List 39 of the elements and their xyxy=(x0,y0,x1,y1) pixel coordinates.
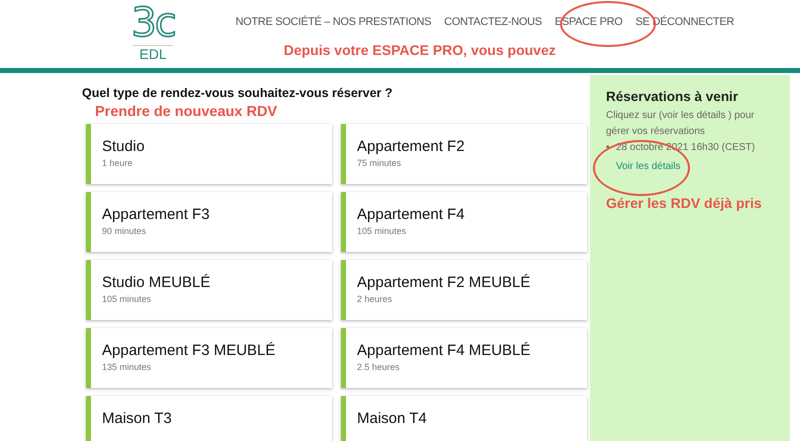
service-name: Maison T3 xyxy=(102,410,173,428)
service-card[interactable]: Maison T3 xyxy=(86,396,332,441)
service-name: Appartement F4 MEUBLÉ xyxy=(357,342,532,360)
question-heading: Quel type de rendez-vous souhaitez-vous réserver ? xyxy=(82,86,394,100)
service-duration: 105 minutes xyxy=(357,226,408,236)
bullet-mark: • xyxy=(606,141,611,155)
service-name: Appartement F4 xyxy=(357,206,466,224)
service-name: Appartement F3 MEUBLÉ xyxy=(102,342,276,360)
service-card[interactable]: Appartement F3 MEUBLÉ 135 minutes xyxy=(86,328,332,388)
service-duration: 2.5 heures xyxy=(357,362,401,372)
nav-link[interactable]: NOTRE SOCIÉTÉ – NOS PRESTATIONS xyxy=(235,16,432,28)
annotation-text: Depuis votre ESPACE PRO, vous pouvez xyxy=(284,42,556,58)
service-duration: 105 minutes xyxy=(102,294,152,304)
service-card[interactable]: Appartement F3 90 minutes xyxy=(86,192,332,252)
service-card[interactable]: Maison T4 xyxy=(341,396,587,441)
service-card[interactable]: Studio 1 heure xyxy=(86,124,332,184)
service-name: Appartement F3 xyxy=(102,206,211,224)
service-duration: 1 heure xyxy=(102,158,134,168)
service-duration: 75 minutes xyxy=(357,158,402,168)
service-card[interactable]: Appartement F4 105 minutes xyxy=(341,192,587,252)
nav-link[interactable]: CONTACTEZ-NOUS xyxy=(444,16,542,28)
logo-mark: 3c xyxy=(131,2,175,44)
service-name: Appartement F2 MEUBLÉ xyxy=(357,274,532,292)
service-duration: 2 heures xyxy=(357,294,394,304)
annotation-text: Prendre de nouveaux RDV xyxy=(95,104,278,120)
panel-hint: Cliquez sur (voir les détails ) pour gérer vos réservations xyxy=(606,109,756,139)
service-card[interactable]: Appartement F2 MEUBLÉ 2 heures xyxy=(341,260,587,320)
panel-title: Réservations à venir xyxy=(606,89,740,104)
service-name: Appartement F2 xyxy=(357,138,466,156)
service-name: Maison T4 xyxy=(357,410,428,428)
service-duration: 135 minutes xyxy=(102,362,152,372)
service-name: Studio MEUBLÉ xyxy=(102,274,212,292)
service-duration: 90 minutes xyxy=(102,226,148,236)
service-card[interactable]: Studio MEUBLÉ 105 minutes xyxy=(86,260,332,320)
logo-subtitle: EDL xyxy=(133,45,173,62)
service-card[interactable]: Appartement F4 MEUBLÉ 2.5 heures xyxy=(341,328,587,388)
service-name: Studio xyxy=(102,138,146,156)
annotation-text: Gérer les RDV déjà pris xyxy=(606,195,763,211)
service-card[interactable]: Appartement F2 75 minutes xyxy=(341,124,587,184)
